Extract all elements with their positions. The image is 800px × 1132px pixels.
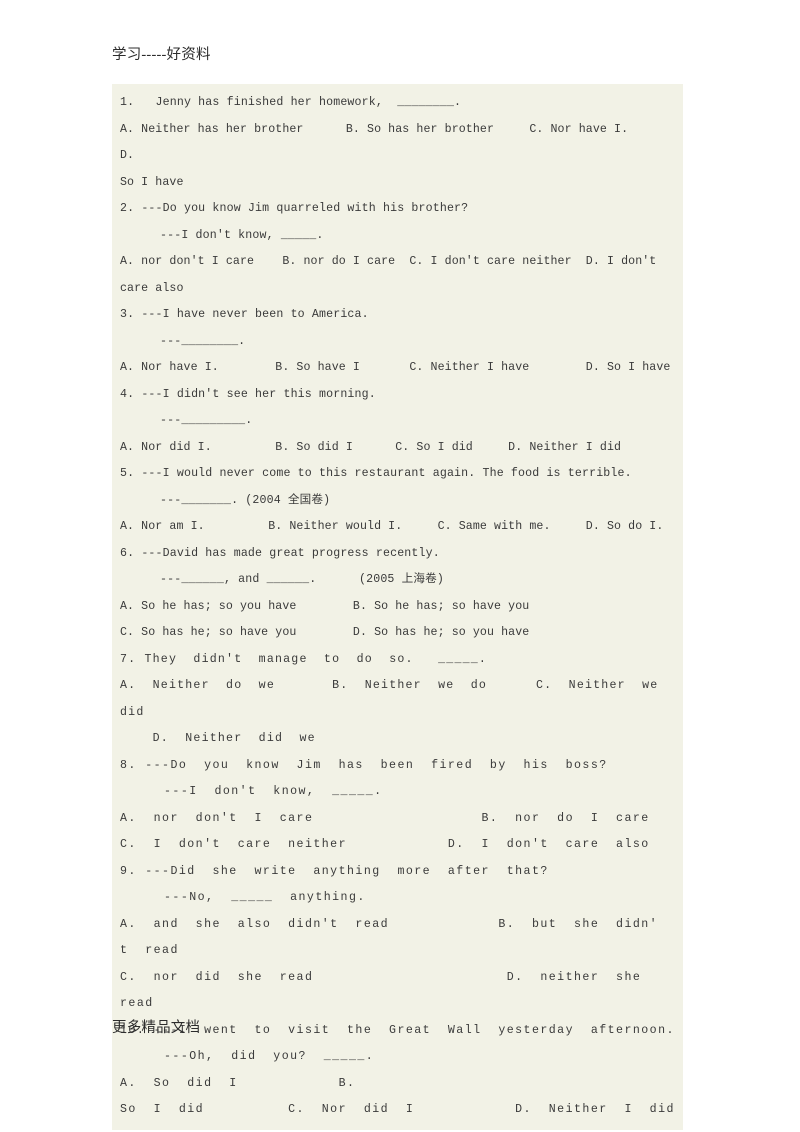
header-watermark: 学习-----好资料: [112, 47, 211, 63]
question-options: So I have: [120, 175, 184, 189]
question-options: C. I don't care neither D. I don't care …: [120, 838, 650, 851]
question-stem: 2. ---Do you know Jim quarreled with his…: [120, 202, 469, 215]
footer-watermark: 更多精品文档: [112, 1020, 201, 1036]
question-options: A. nor don't I care B. nor do I care: [120, 811, 650, 825]
question-options: A. So he has; so you have B. So he has; …: [120, 599, 530, 613]
question-options: A. nor don't I care B. nor do I care C. …: [120, 255, 657, 268]
question-item: 8. ---Do you know Jim has been fired by …: [112, 753, 683, 859]
question-reply: ---I don't know, _____.: [160, 228, 324, 242]
question-reply: ---I don't know, _____.: [164, 785, 383, 798]
question-reply: ---______, and ______. (2005 上海卷): [160, 573, 444, 586]
question-item: 5. ---I would never come to this restaur…: [112, 461, 683, 541]
question-stem: 7. They didn't manage to do so. _____.: [120, 652, 488, 666]
question-item: 2. ---Do you know Jim quarreled with his…: [112, 196, 683, 302]
question-options: A. Nor am I. B. Neither would I. C. Same…: [120, 520, 664, 533]
question-item: 1. Jenny has finished her homework, ____…: [112, 90, 683, 196]
question-reply: ---_________.: [160, 414, 253, 427]
question-stem: 4. ---I didn't see her this morning.: [120, 387, 376, 401]
question-item: 7. They didn't manage to do so. _____. A…: [112, 647, 683, 753]
question-options: A. and she also didn't read B. but she d…: [120, 917, 659, 931]
exercise-content-block: 1. Jenny has finished her homework, ____…: [112, 84, 683, 1130]
question-reply: ---_______. (2004 全国卷): [160, 493, 331, 507]
question-reply: ---Oh, did you? _____.: [164, 1050, 375, 1063]
question-options: care also: [120, 281, 184, 295]
question-stem: 5. ---I would never come to this restaur…: [120, 467, 632, 480]
question-options: A. Nor have I. B. So have I C. Neither I…: [120, 361, 671, 374]
question-options: A. Neither has her brother B. So has her…: [120, 122, 685, 163]
question-stem: 9. ---Did she write anything more after …: [120, 864, 549, 878]
question-options: A. Neither do we B. Neither we do C. Nei…: [120, 679, 675, 719]
question-options: C. So has he; so have you D. So has he; …: [120, 626, 530, 639]
document-page: 学习-----好资料 1. Jenny has finished her hom…: [0, 0, 800, 1132]
question-options: A. Nor did I. B. So did I C. So I did D.…: [120, 440, 622, 454]
question-item: 9. ---Did she write anything more after …: [112, 859, 683, 1018]
question-item: 6. ---David has made great progress rece…: [112, 541, 683, 647]
question-options: A. So did I B.: [120, 1076, 356, 1090]
question-stem: 3. ---I have never been to America.: [120, 308, 369, 321]
question-stem: 1. Jenny has finished her homework, ____…: [120, 96, 462, 109]
question-options: D. Neither did we: [120, 732, 316, 745]
question-stem: 6. ---David has made great progress rece…: [120, 546, 440, 560]
question-item: 3. ---I have never been to America. ---_…: [112, 302, 683, 382]
question-stem: 10. ---I went to visit the Great Wall ye…: [120, 1023, 675, 1037]
question-options: t read: [120, 944, 179, 957]
question-reply: ---No, _____ anything.: [164, 891, 366, 904]
question-options: C. nor did she read D. neither she read: [120, 970, 659, 1011]
question-stem: 8. ---Do you know Jim has been fired by …: [120, 758, 608, 772]
question-item: 4. ---I didn't see her this morning. ---…: [112, 382, 683, 462]
question-reply: ---________.: [160, 334, 246, 348]
question-options: So I did C. Nor did I D. Neither I did: [120, 1103, 675, 1116]
